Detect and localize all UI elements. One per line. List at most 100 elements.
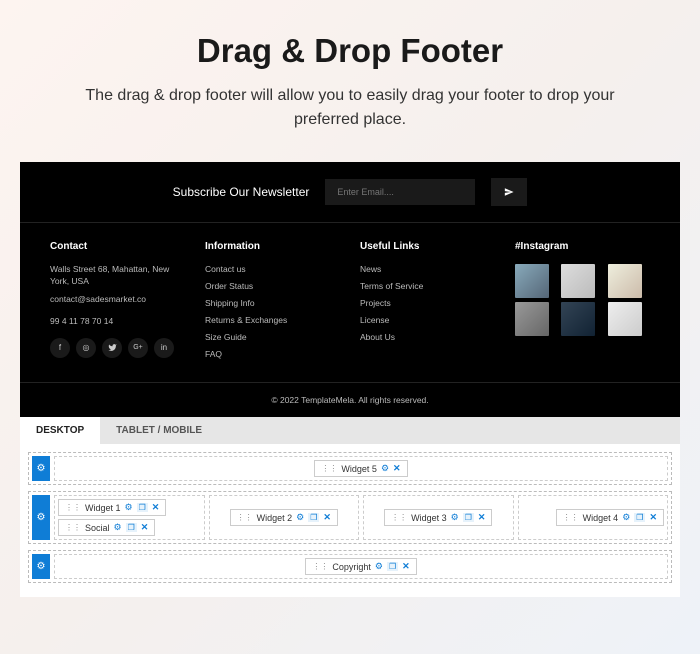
widget-label: Widget 5 — [341, 464, 377, 474]
builder-cell[interactable]: ⋮⋮ Copyright ⚙ ❐ ✕ — [54, 554, 668, 579]
gear-icon: ⚙ — [37, 463, 46, 474]
useful-link[interactable]: Terms of Service — [360, 281, 495, 291]
tab-desktop[interactable]: DESKTOP — [20, 417, 100, 444]
widget-block[interactable]: ⋮⋮ Widget 5 ⚙ ✕ — [314, 460, 407, 477]
builder-cell[interactable]: ⋮⋮ Widget 1 ⚙ ❐ ✕ ⋮⋮ Social ⚙ ❐ ✕ — [54, 495, 205, 540]
gear-icon[interactable]: ⚙ — [381, 463, 389, 474]
gear-icon[interactable]: ⚙ — [451, 512, 459, 523]
duplicate-icon[interactable]: ❐ — [387, 562, 398, 571]
page-title: Drag & Drop Footer — [0, 32, 700, 70]
info-link[interactable]: Contact us — [205, 264, 340, 274]
instagram-thumb[interactable] — [608, 264, 642, 298]
builder-row[interactable]: ⚙ ⋮⋮ Widget 1 ⚙ ❐ ✕ ⋮⋮ Social ⚙ ❐ — [28, 491, 672, 544]
widget-label: Copyright — [332, 562, 371, 572]
instagram-thumb[interactable] — [608, 302, 642, 336]
gear-icon: ⚙ — [37, 561, 46, 572]
widget-block[interactable]: ⋮⋮ Widget 1 ⚙ ❐ ✕ — [58, 499, 166, 516]
widget-block[interactable]: ⋮⋮ Widget 3 ⚙ ❐ ✕ — [384, 509, 492, 526]
instagram-thumb[interactable] — [515, 264, 549, 298]
drag-icon: ⋮⋮ — [321, 464, 337, 473]
builder-row[interactable]: ⚙ ⋮⋮ Widget 5 ⚙ ✕ — [28, 452, 672, 485]
builder-cell[interactable]: ⋮⋮ Widget 4 ⚙ ❐ ✕ — [518, 495, 669, 540]
row-settings-handle[interactable]: ⚙ — [32, 495, 50, 540]
close-icon[interactable]: ✕ — [478, 512, 486, 523]
close-icon[interactable]: ✕ — [649, 512, 657, 523]
widget-label: Widget 3 — [411, 513, 447, 523]
info-link[interactable]: FAQ — [205, 349, 340, 359]
useful-link[interactable]: About Us — [360, 332, 495, 342]
drag-icon: ⋮⋮ — [391, 513, 407, 522]
footer-col-information: Information Contact us Order Status Ship… — [205, 241, 340, 366]
gear-icon[interactable]: ⚙ — [296, 512, 304, 523]
instagram-icon[interactable]: ◎ — [76, 338, 96, 358]
facebook-icon[interactable]: f — [50, 338, 70, 358]
information-title: Information — [205, 241, 340, 252]
page-subtitle: The drag & drop footer will allow you to… — [0, 84, 700, 132]
info-link[interactable]: Size Guide — [205, 332, 340, 342]
instagram-title: #Instagram — [515, 241, 650, 252]
builder-tabs: DESKTOP TABLET / MOBILE — [20, 417, 680, 444]
duplicate-icon[interactable]: ❐ — [126, 523, 137, 532]
widget-label: Social — [85, 523, 110, 533]
gear-icon[interactable]: ⚙ — [622, 512, 630, 523]
row-settings-handle[interactable]: ⚙ — [32, 456, 50, 481]
widget-block[interactable]: ⋮⋮ Widget 2 ⚙ ❐ ✕ — [230, 509, 338, 526]
gear-icon[interactable]: ⚙ — [375, 561, 383, 572]
info-link[interactable]: Order Status — [205, 281, 340, 291]
contact-address: Walls Street 68, Mahattan, New York, USA — [50, 264, 185, 288]
useful-link[interactable]: License — [360, 315, 495, 325]
googleplus-icon[interactable]: G+ — [128, 338, 148, 358]
drag-icon: ⋮⋮ — [65, 523, 81, 532]
info-link[interactable]: Returns & Exchanges — [205, 315, 340, 325]
footer-col-contact: Contact Walls Street 68, Mahattan, New Y… — [50, 241, 185, 366]
footer-builder: DESKTOP TABLET / MOBILE ⚙ ⋮⋮ Widget 5 ⚙ … — [20, 417, 680, 597]
drag-icon: ⋮⋮ — [65, 503, 81, 512]
instagram-thumb[interactable] — [515, 302, 549, 336]
builder-cell[interactable]: ⋮⋮ Widget 2 ⚙ ❐ ✕ — [209, 495, 360, 540]
drag-icon: ⋮⋮ — [237, 513, 253, 522]
newsletter-row: Subscribe Our Newsletter — [20, 162, 680, 223]
duplicate-icon[interactable]: ❐ — [308, 513, 319, 522]
twitter-icon[interactable] — [102, 338, 122, 358]
useful-link[interactable]: Projects — [360, 298, 495, 308]
widget-block[interactable]: ⋮⋮ Widget 4 ⚙ ❐ ✕ — [556, 509, 664, 526]
footer-preview: Subscribe Our Newsletter Contact Walls S… — [20, 162, 680, 417]
widget-label: Widget 1 — [85, 503, 121, 513]
linkedin-icon[interactable]: in — [154, 338, 174, 358]
close-icon[interactable]: ✕ — [323, 512, 331, 523]
footer-col-useful: Useful Links News Terms of Service Proje… — [360, 241, 495, 366]
useful-link[interactable]: News — [360, 264, 495, 274]
instagram-thumb[interactable] — [561, 302, 595, 336]
tab-mobile[interactable]: TABLET / MOBILE — [100, 417, 218, 444]
newsletter-submit-button[interactable] — [491, 178, 527, 206]
info-link[interactable]: Shipping Info — [205, 298, 340, 308]
send-icon — [504, 185, 514, 200]
builder-cell[interactable]: ⋮⋮ Widget 5 ⚙ ✕ — [54, 456, 668, 481]
builder-cell[interactable]: ⋮⋮ Widget 3 ⚙ ❐ ✕ — [363, 495, 514, 540]
builder-row[interactable]: ⚙ ⋮⋮ Copyright ⚙ ❐ ✕ — [28, 550, 672, 583]
close-icon[interactable]: ✕ — [393, 463, 401, 474]
duplicate-icon[interactable]: ❐ — [463, 513, 474, 522]
widget-label: Widget 2 — [257, 513, 293, 523]
copyright-text: © 2022 TemplateMela. All rights reserved… — [20, 382, 680, 417]
widget-block[interactable]: ⋮⋮ Social ⚙ ❐ ✕ — [58, 519, 155, 536]
widget-block[interactable]: ⋮⋮ Copyright ⚙ ❐ ✕ — [305, 558, 416, 575]
newsletter-email-input[interactable] — [325, 179, 475, 205]
drag-icon: ⋮⋮ — [312, 562, 328, 571]
gear-icon[interactable]: ⚙ — [125, 502, 133, 513]
contact-phone: 99 4 11 78 70 14 — [50, 316, 185, 328]
contact-email: contact@sadesmarket.co — [50, 294, 185, 306]
useful-title: Useful Links — [360, 241, 495, 252]
close-icon[interactable]: ✕ — [141, 522, 149, 533]
row-settings-handle[interactable]: ⚙ — [32, 554, 50, 579]
drag-icon: ⋮⋮ — [563, 513, 579, 522]
close-icon[interactable]: ✕ — [402, 561, 410, 572]
duplicate-icon[interactable]: ❐ — [634, 513, 645, 522]
duplicate-icon[interactable]: ❐ — [137, 503, 148, 512]
gear-icon: ⚙ — [37, 512, 46, 523]
widget-label: Widget 4 — [583, 513, 619, 523]
instagram-thumb[interactable] — [561, 264, 595, 298]
gear-icon[interactable]: ⚙ — [114, 522, 122, 533]
contact-title: Contact — [50, 241, 185, 252]
close-icon[interactable]: ✕ — [152, 502, 160, 513]
